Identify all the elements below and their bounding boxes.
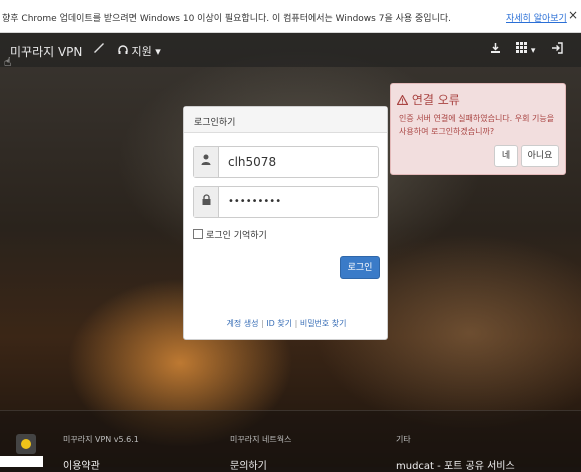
hand-cursor-icon: ☝ [4, 55, 12, 69]
alert-message: 인증 서버 연결에 실패하였습니다. 우회 기능을 사용하여 로그인하겠습니까? [399, 114, 555, 136]
link-separator: | [294, 319, 298, 328]
terms-link[interactable]: 이용약관 [63, 457, 100, 472]
link-separator: | [260, 319, 264, 328]
footer-etc-heading: 기타 [396, 435, 411, 444]
find-password-link[interactable]: 비밀번호 찾기 [300, 319, 347, 328]
no-button[interactable]: 아니요 [521, 145, 559, 167]
mudcat-link[interactable]: mudcat - 포트 공유 서비스 [396, 457, 515, 472]
login-panel: 로그인하기 clh5078 ••••••••• 로그인 기억하기 로그인 계정 … [183, 106, 388, 340]
headphones-icon [118, 45, 132, 58]
warning-icon [396, 93, 412, 107]
close-icon[interactable]: × [568, 8, 578, 22]
alert-title: 연결 오류 [396, 91, 460, 108]
footer-company: 미꾸라지 네트웍스 [230, 435, 292, 444]
username-value: clh5078 [228, 155, 277, 169]
find-id-link[interactable]: ID 찾기 [266, 319, 292, 328]
top-navbar: 미꾸라지 VPN 지원 ▾ ▾ [0, 33, 581, 67]
password-field[interactable]: ••••••••• [193, 186, 379, 218]
login-button[interactable]: 로그인 [340, 256, 380, 279]
user-icon [194, 147, 219, 177]
caret-down-icon: ▾ [530, 46, 536, 56]
yes-button[interactable]: 네 [494, 145, 518, 167]
grid-icon [516, 42, 531, 56]
wrench-icon[interactable] [93, 42, 105, 57]
footer-version: 미꾸라지 VPN v5.6.1 [63, 435, 139, 444]
infobar-message: 향후 Chrome 업데이트를 받으려면 Windows 10 이상이 필요합니… [2, 14, 451, 24]
support-label: 지원 [131, 45, 152, 58]
chrome-update-infobar: 향후 Chrome 업데이트를 받으려면 Windows 10 이상이 필요합니… [0, 0, 581, 33]
password-value: ••••••••• [228, 196, 282, 207]
apps-dropdown[interactable]: ▾ [516, 42, 535, 56]
contact-link[interactable]: 문의하기 [230, 457, 267, 472]
connection-error-alert: 연결 오류 인증 서버 연결에 실패하였습니다. 우회 기능을 사용하여 로그인… [390, 83, 566, 175]
username-field[interactable]: clh5078 [193, 146, 379, 178]
lock-icon [194, 187, 219, 217]
app-logo [16, 434, 36, 454]
support-dropdown[interactable]: 지원 ▾ [118, 43, 161, 59]
learn-more-link[interactable]: 자세히 알아보기 [506, 11, 567, 24]
alert-title-text: 연결 오류 [411, 93, 460, 107]
sign-in-icon[interactable] [551, 42, 563, 57]
footer-corner-panel [0, 456, 43, 467]
download-icon[interactable] [490, 42, 501, 57]
caret-down-icon: ▾ [155, 45, 161, 58]
checkbox-icon [193, 229, 203, 239]
create-account-link[interactable]: 계정 생성 [226, 319, 258, 328]
brand-title[interactable]: 미꾸라지 VPN [10, 43, 82, 60]
account-links: 계정 생성 | ID 찾기 | 비밀번호 찾기 [184, 318, 389, 329]
login-panel-title: 로그인하기 [184, 107, 387, 133]
remember-me-label: 로그인 기억하기 [206, 231, 267, 241]
footer: 미꾸라지 VPN v5.6.1 이용약관 미꾸라지 네트웍스 문의하기 기타 m… [0, 410, 581, 472]
remember-me-checkbox[interactable]: 로그인 기억하기 [193, 228, 267, 241]
